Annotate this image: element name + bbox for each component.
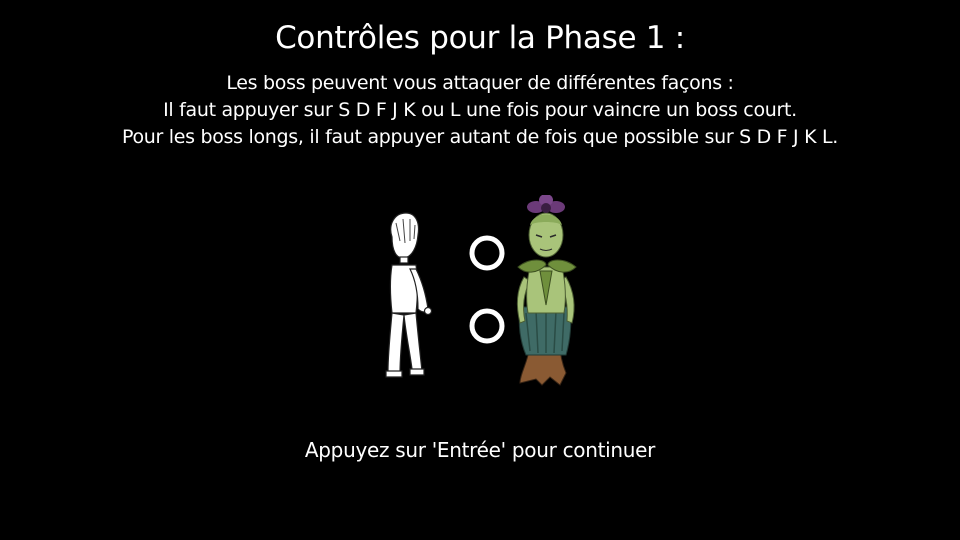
instruction-line-1: Les boss peuvent vous attaquer de différ… — [226, 72, 734, 94]
player-figure — [385, 212, 433, 378]
instruction-line-2: Il faut appuyer sur S D F J K ou L une f… — [163, 99, 797, 121]
ring-note-top — [469, 235, 505, 271]
flower-icon — [527, 194, 565, 213]
page-title: Contrôles pour la Phase 1 : — [275, 20, 685, 56]
demo-scene — [370, 194, 600, 390]
instructions: Les boss peuvent vous attaquer de différ… — [0, 70, 960, 151]
ring-note-bottom — [469, 308, 505, 344]
boss-figure — [516, 194, 577, 386]
instruction-line-3: Pour les boss longs, il faut appuyer aut… — [121, 126, 839, 148]
continue-prompt: Appuyez sur 'Entrée' pour continuer — [304, 438, 656, 462]
